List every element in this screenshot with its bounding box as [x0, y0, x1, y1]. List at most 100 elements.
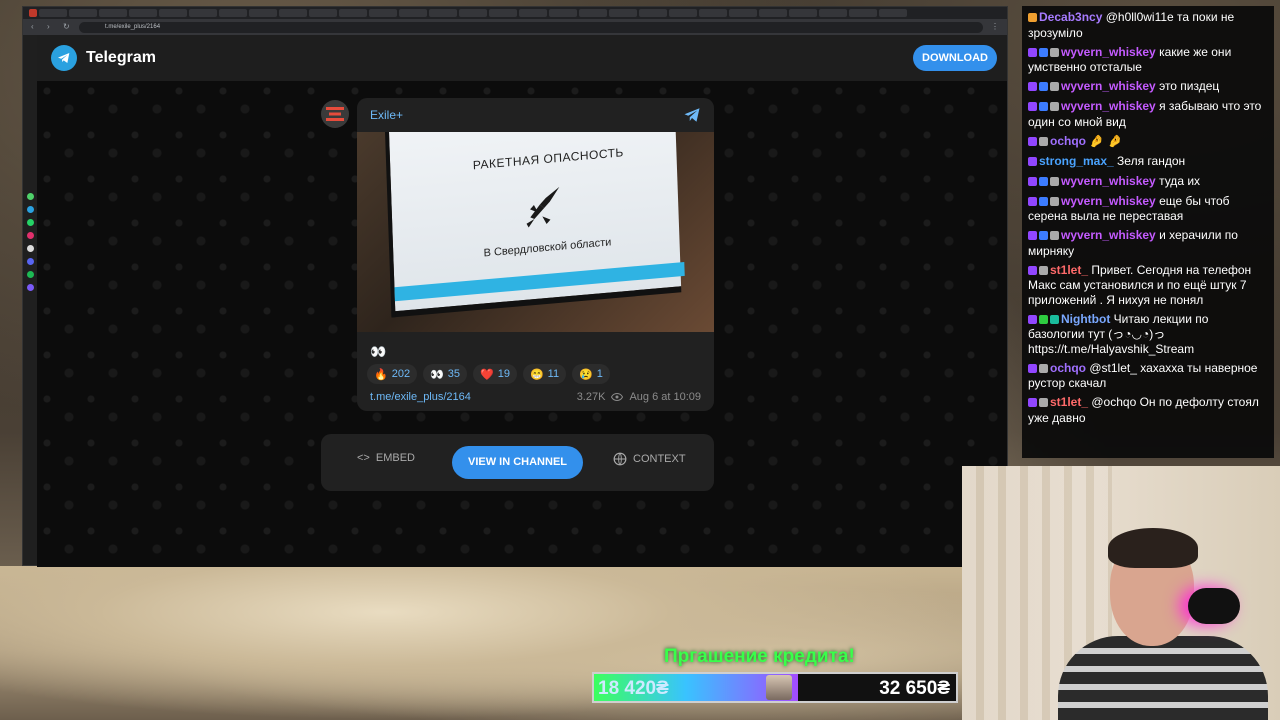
channel-name-link[interactable]: Exile+ [370, 108, 403, 122]
chat-message: wyvern_whiskey я забываю что это один со… [1028, 99, 1268, 129]
browser-tab[interactable] [789, 9, 817, 17]
forward-icon[interactable]: › [47, 23, 55, 31]
telegram-logo-icon [51, 45, 77, 71]
chat-username[interactable]: wyvern_whiskey [1061, 45, 1156, 59]
browser-tab[interactable] [819, 9, 847, 17]
badges-icon [1028, 100, 1061, 115]
browser-tab[interactable] [669, 9, 697, 17]
chat-message: wyvern_whiskey и херачили по мирняку [1028, 228, 1268, 258]
browser-tab[interactable] [399, 9, 427, 17]
telegram-sidebar-icon[interactable] [26, 206, 34, 213]
webcam-feed [962, 466, 1280, 720]
browser-tab[interactable] [879, 9, 907, 17]
chat-text: туда их [1159, 173, 1201, 188]
browser-tab[interactable] [489, 9, 517, 17]
image-region-text: В Свердловской области [483, 236, 612, 260]
chat-username[interactable]: wyvern_whiskey [1061, 174, 1156, 188]
browser-tab[interactable] [309, 9, 337, 17]
context-button[interactable]: CONTEXT [613, 452, 686, 466]
badges-icon [1028, 195, 1061, 210]
sidebar-app-icon[interactable] [26, 284, 34, 291]
view-in-channel-button[interactable]: VIEW IN CHANNEL [452, 446, 583, 479]
code-icon: <> [357, 452, 370, 464]
chat-username[interactable]: strong_max_ [1039, 154, 1114, 168]
browser-tab[interactable] [609, 9, 637, 17]
reaction-cry[interactable]: 😢 1 [572, 364, 610, 384]
post-image[interactable]: РАКЕТНАЯ ОПАСНОСТЬ В Свердловской област… [357, 132, 714, 332]
browser-tab[interactable] [729, 9, 757, 17]
browser-tab[interactable] [129, 9, 157, 17]
browser-tab[interactable] [159, 9, 187, 17]
streamer-hair [1108, 528, 1198, 568]
chat-message: Nightbot Читаю лекции по базологии тут (… [1028, 312, 1268, 357]
chat-username[interactable]: ochqo [1050, 361, 1086, 375]
browser-tab[interactable] [69, 9, 97, 17]
chat-username[interactable]: wyvern_whiskey [1061, 79, 1156, 93]
browser-tab[interactable] [429, 9, 457, 17]
browser-tab[interactable] [99, 9, 127, 17]
browser-menu-icon[interactable] [29, 9, 37, 17]
browser-tab[interactable] [369, 9, 397, 17]
channel-avatar[interactable] [321, 100, 349, 128]
embed-button[interactable]: <> EMBED [357, 452, 415, 464]
browser-tab[interactable] [639, 9, 667, 17]
donation-progress-bar: 18 420₴ 32 650₴ [592, 672, 958, 703]
post-link[interactable]: t.me/exile_plus/2164 [370, 391, 471, 403]
extensions-icon[interactable]: ⋮ [991, 23, 999, 31]
download-button[interactable]: DOWNLOAD [913, 45, 997, 71]
chat-username[interactable]: wyvern_whiskey [1061, 99, 1156, 113]
browser-tab[interactable] [459, 9, 487, 17]
browser-tab[interactable] [699, 9, 727, 17]
globe-icon [613, 452, 627, 466]
chat-username[interactable]: Nightbot [1061, 312, 1110, 326]
browser-tab[interactable] [279, 9, 307, 17]
chat-username[interactable]: st1let_ [1050, 263, 1088, 277]
badges-icon [1028, 264, 1050, 279]
instagram-sidebar-icon[interactable] [26, 232, 34, 239]
chat-message: Decab3ncy @h0ll0wi11e та поки не зрозумі… [1028, 10, 1268, 40]
telegram-share-icon[interactable] [682, 106, 702, 124]
browser-tab[interactable] [39, 9, 67, 17]
telegram-title: Telegram [86, 49, 156, 66]
url-input[interactable]: t.me/exile_plus/2164 [79, 21, 983, 33]
chat-username[interactable]: wyvern_whiskey [1061, 194, 1156, 208]
browser-tab[interactable] [849, 9, 877, 17]
reaction-eyes[interactable]: 👀 35 [423, 364, 468, 384]
rocket-icon [526, 186, 560, 228]
badges-icon [1028, 11, 1039, 26]
badges-icon [1028, 175, 1061, 190]
chat-message: st1let_ Привет. Сегодня на телефон Макс … [1028, 263, 1268, 308]
embed-label: EMBED [375, 452, 415, 464]
chat-username[interactable]: Decab3ncy [1039, 10, 1102, 24]
spotify-sidebar-icon[interactable] [26, 271, 34, 278]
browser-tab[interactable] [519, 9, 547, 17]
reactions-row: 🔥 202 👀 35 ❤️ 19 😁 11 😢 1 [367, 364, 610, 384]
browser-tab[interactable] [759, 9, 787, 17]
chat-message: wyvern_whiskey это пиздец [1028, 79, 1268, 95]
browser-tab[interactable] [339, 9, 367, 17]
address-bar: ‹ › ↻ t.me/exile_plus/2164 ⋮ [23, 19, 1007, 35]
reaction-grin[interactable]: 😁 11 [522, 364, 567, 384]
discord-sidebar-icon[interactable] [26, 258, 34, 265]
browser-tab[interactable] [219, 9, 247, 17]
back-icon[interactable]: ‹ [31, 23, 39, 31]
telegram-header: Telegram DOWNLOAD [37, 35, 1007, 81]
chat-username[interactable]: wyvern_whiskey [1061, 228, 1156, 242]
reaction-heart[interactable]: ❤️ 19 [473, 364, 517, 384]
chat-message: wyvern_whiskey какие же они умственно от… [1028, 45, 1268, 75]
whatsapp-sidebar-icon[interactable] [26, 219, 34, 226]
reload-icon[interactable]: ↻ [63, 23, 71, 31]
sidebar-app-icon[interactable] [26, 193, 34, 200]
chat-username[interactable]: ochqo [1050, 134, 1086, 148]
donation-current-amount: 18 420₴ [598, 678, 669, 699]
donation-goal-amount: 32 650₴ [879, 678, 950, 699]
browser-tab[interactable] [249, 9, 277, 17]
reaction-fire[interactable]: 🔥 202 [367, 364, 418, 384]
chat-username[interactable]: st1let_ [1050, 395, 1088, 409]
x-sidebar-icon[interactable] [26, 245, 34, 252]
donation-avatar [766, 675, 792, 700]
browser-tab[interactable] [549, 9, 577, 17]
browser-tab[interactable] [579, 9, 607, 17]
browser-tab[interactable] [189, 9, 217, 17]
badges-icon [1028, 396, 1050, 411]
